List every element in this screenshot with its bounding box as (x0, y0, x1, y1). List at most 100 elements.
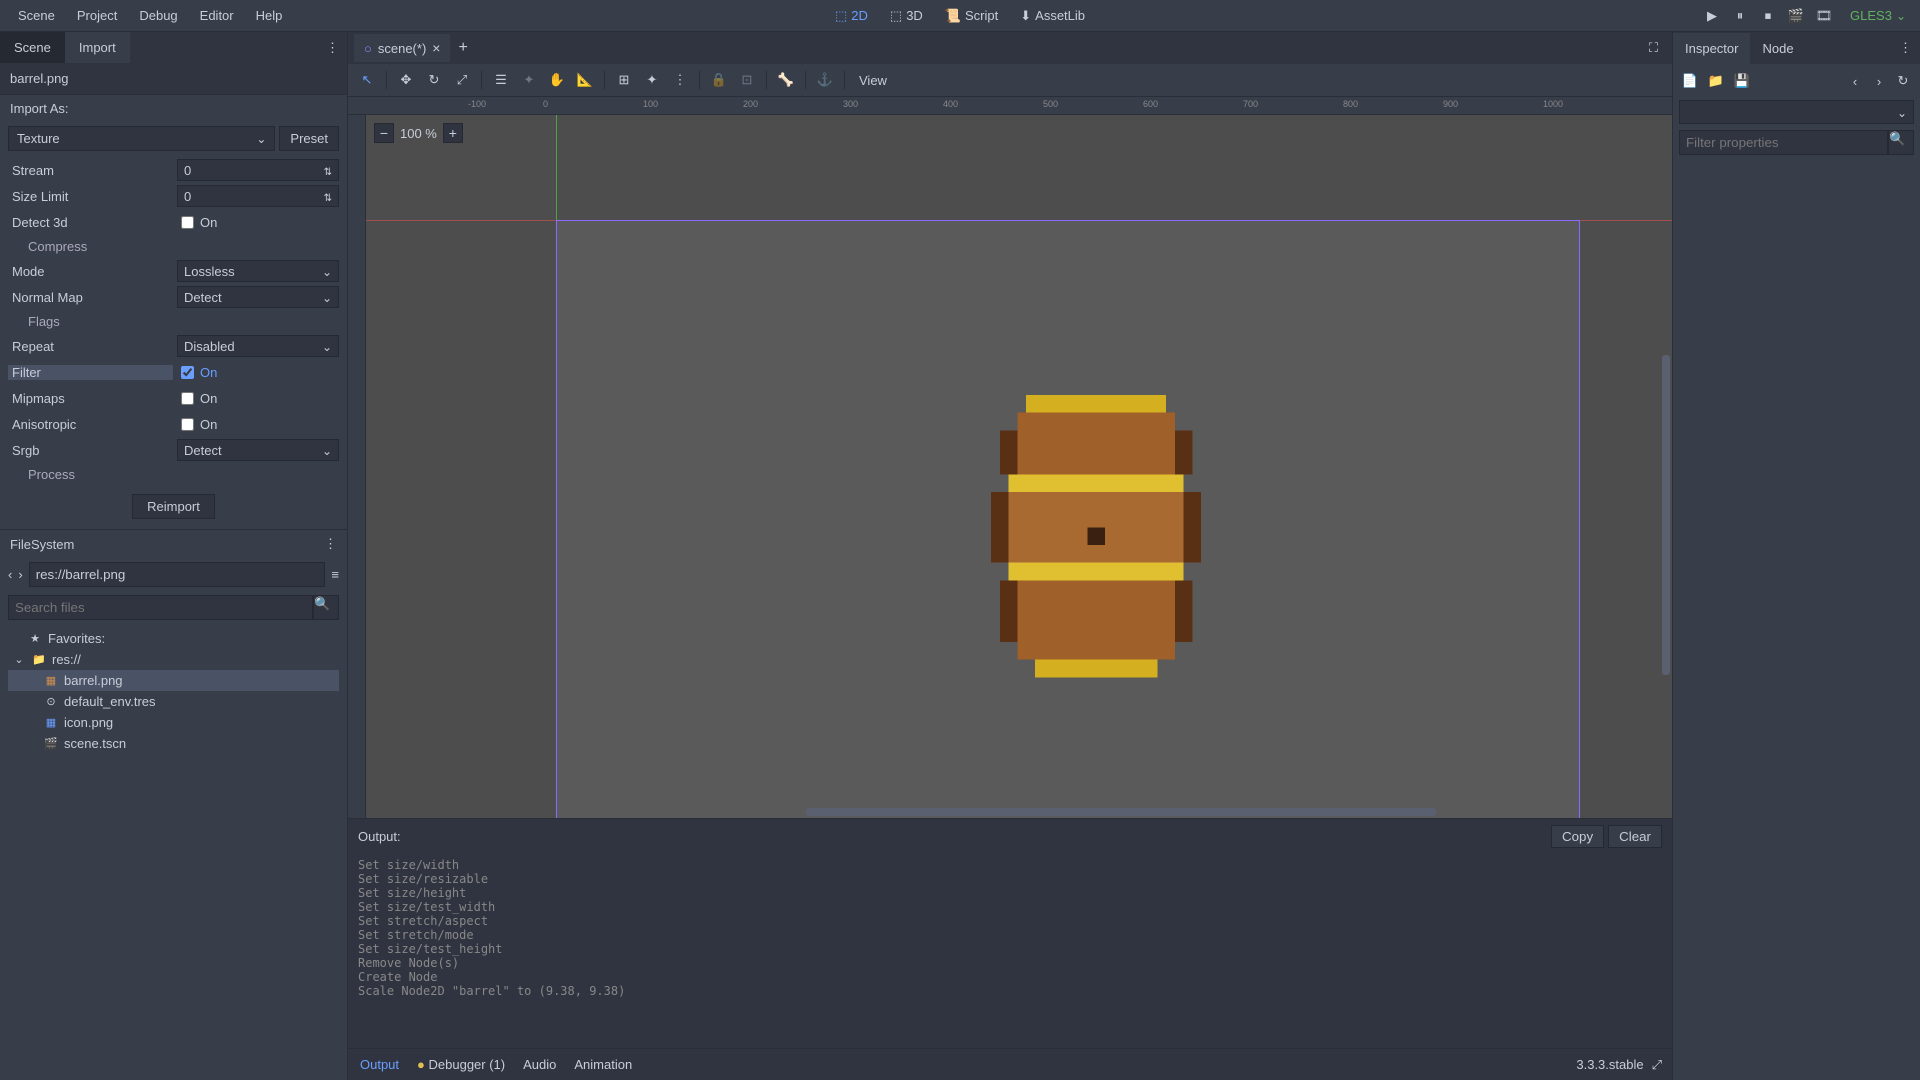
output-clear-button[interactable]: Clear (1608, 825, 1662, 848)
tab-import[interactable]: Import (65, 32, 130, 63)
menu-scene[interactable]: Scene (8, 2, 65, 29)
dock-options-icon[interactable]: ⋮ (324, 536, 337, 552)
new-resource-icon[interactable]: 📄 (1679, 70, 1701, 92)
bone-tool[interactable]: 🦴 (773, 68, 799, 92)
prop-filter-checkbox[interactable]: On (177, 365, 339, 380)
add-scene-button[interactable]: + (450, 35, 475, 61)
close-icon[interactable]: × (432, 40, 440, 56)
filesystem-search-input[interactable] (8, 595, 313, 620)
file-item-env[interactable]: ⊙default_env.tres (8, 691, 339, 712)
importer-dropdown[interactable]: Texture (8, 126, 275, 151)
snap-options[interactable]: ⋮ (667, 68, 693, 92)
collapse-panel-icon[interactable]: ⤢ (1652, 1057, 1662, 1073)
move-tool[interactable]: ✥ (393, 68, 419, 92)
scale-tool[interactable]: ⤢ (449, 68, 475, 92)
play-custom-button[interactable]: 🎞 (1812, 4, 1836, 28)
search-icon[interactable]: 🔍 (1888, 130, 1914, 155)
zoom-out-button[interactable]: − (374, 123, 394, 143)
prop-mode-dropdown[interactable]: Lossless (177, 260, 339, 282)
res-root-folder[interactable]: ⌄📁res:// (8, 649, 339, 670)
history-icon[interactable]: ↻ (1892, 70, 1914, 92)
menu-project[interactable]: Project (67, 2, 127, 29)
separator (604, 71, 605, 89)
search-icon[interactable]: 🔍 (313, 595, 339, 620)
file-label: icon.png (64, 715, 113, 730)
mode-2d[interactable]: ⬚2D (825, 2, 878, 30)
prop-mipmaps-checkbox[interactable]: On (177, 391, 339, 406)
viewport-scrollbar-v[interactable] (1662, 355, 1670, 675)
scene-tab[interactable]: ○ scene(*) × (354, 34, 450, 62)
prop-sizelimit-input[interactable]: 0 (177, 185, 339, 207)
renderer-label-text: GLES3 (1850, 8, 1892, 23)
play-scene-button[interactable]: 🎬 (1784, 4, 1808, 28)
mode-3d[interactable]: ⬚3D (880, 2, 933, 30)
renderer-selector[interactable]: GLES3 (1844, 8, 1912, 23)
viewport-canvas[interactable]: − 100 % + (366, 115, 1672, 818)
stop-button[interactable]: ⏹ (1756, 4, 1780, 28)
file-item-barrel[interactable]: ▦barrel.png (8, 670, 339, 691)
separator (805, 71, 806, 89)
viewport-scrollbar-h[interactable] (806, 808, 1436, 816)
dock-options-icon[interactable]: ⋮ (1891, 32, 1920, 64)
select-tool[interactable]: ↖ (354, 68, 380, 92)
view-menu[interactable]: View (851, 73, 895, 88)
lock-tool[interactable]: 🔒 (706, 68, 732, 92)
history-back-icon[interactable]: ‹ (1844, 70, 1866, 92)
smart-snap-toggle[interactable]: ✦ (639, 68, 665, 92)
nav-forward-icon[interactable]: › (18, 567, 22, 582)
zoom-in-button[interactable]: + (443, 123, 463, 143)
inspector-filter-input[interactable] (1679, 130, 1888, 155)
bottom-tab-debugger[interactable]: ● Debugger (1) (415, 1053, 507, 1076)
dock-options-icon[interactable]: ⋮ (318, 40, 347, 56)
bottom-tab-output[interactable]: Output (358, 1053, 401, 1076)
ruler-tool[interactable]: 📐 (572, 68, 598, 92)
pivot-tool[interactable]: ✦ (516, 68, 542, 92)
preset-button[interactable]: Preset (279, 126, 339, 151)
chevron-down-icon (1896, 8, 1906, 23)
prop-stream-input[interactable]: 0 (177, 159, 339, 181)
output-copy-button[interactable]: Copy (1551, 825, 1604, 848)
pause-button[interactable]: ⏸ (1728, 4, 1752, 28)
prop-anisotropic-checkbox[interactable]: On (177, 417, 339, 432)
snap-toggle[interactable]: ⊞ (611, 68, 637, 92)
version-label: 3.3.3.stable (1576, 1057, 1643, 1072)
section-process: Process (8, 463, 339, 486)
nav-back-icon[interactable]: ‹ (8, 567, 12, 582)
file-item-scene[interactable]: 🎬scene.tscn (8, 733, 339, 754)
reimport-button[interactable]: Reimport (132, 494, 215, 519)
filesystem-path-input[interactable] (29, 562, 326, 587)
favorites-folder[interactable]: ★Favorites: (8, 628, 339, 649)
prop-repeat-dropdown[interactable]: Disabled (177, 335, 339, 357)
file-label: default_env.tres (64, 694, 156, 709)
inspector-object-dropdown[interactable] (1679, 100, 1914, 124)
rotate-tool[interactable]: ↻ (421, 68, 447, 92)
prop-detect3d-checkbox[interactable]: On (177, 215, 339, 230)
load-resource-icon[interactable]: 📁 (1705, 70, 1727, 92)
mode-script[interactable]: 📜Script (935, 2, 1008, 30)
chevron-down-icon (322, 339, 332, 354)
bottom-tab-animation[interactable]: Animation (572, 1053, 634, 1076)
menu-editor[interactable]: Editor (190, 2, 244, 29)
split-view-icon[interactable]: ≡ (331, 567, 339, 582)
group-tool[interactable]: ⊡ (734, 68, 760, 92)
pan-tool[interactable]: ✋ (544, 68, 570, 92)
list-select-tool[interactable]: ☰ (488, 68, 514, 92)
tab-scene[interactable]: Scene (0, 32, 65, 63)
res-root-label: res:// (52, 652, 81, 667)
menu-help[interactable]: Help (246, 2, 293, 29)
star-icon: ★ (28, 632, 42, 646)
save-resource-icon[interactable]: 💾 (1731, 70, 1753, 92)
menu-debug[interactable]: Debug (129, 2, 187, 29)
tab-node[interactable]: Node (1750, 33, 1805, 64)
tab-inspector[interactable]: Inspector (1673, 33, 1750, 64)
bottom-tab-audio[interactable]: Audio (521, 1053, 558, 1076)
mode-assetlib[interactable]: ⬇AssetLib (1010, 2, 1095, 30)
prop-normalmap-dropdown[interactable]: Detect (177, 286, 339, 308)
distraction-free-icon[interactable]: ⛶ (1641, 40, 1666, 56)
history-forward-icon[interactable]: › (1868, 70, 1890, 92)
barrel-sprite[interactable] (991, 395, 1201, 695)
prop-srgb-dropdown[interactable]: Detect (177, 439, 339, 461)
play-button[interactable]: ▶ (1700, 4, 1724, 28)
file-item-icon[interactable]: ▦icon.png (8, 712, 339, 733)
anchor-tool[interactable]: ⚓ (812, 68, 838, 92)
